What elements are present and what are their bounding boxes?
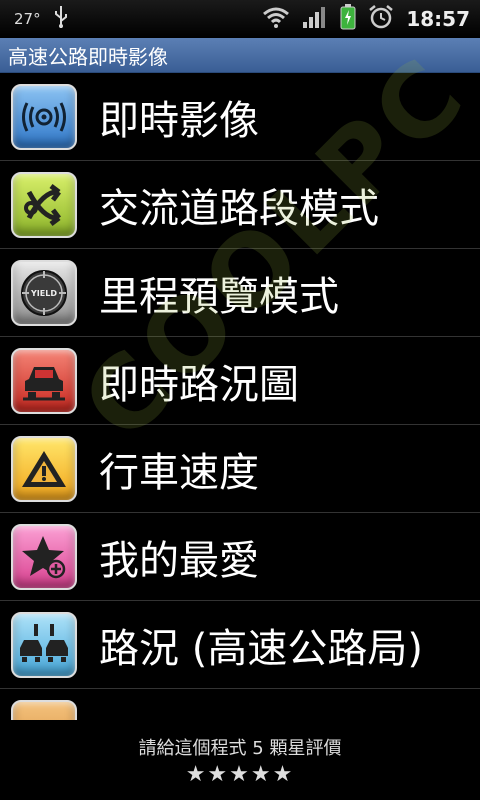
menu-item-partial[interactable]: [0, 689, 480, 720]
menu-item-interchange-mode[interactable]: 交流道路段模式: [0, 161, 480, 249]
clock-text: 18:57: [406, 7, 470, 31]
temperature-text: 27°: [14, 10, 41, 28]
app-title-bar: 高速公路即時影像: [0, 38, 480, 73]
signal-icon: [302, 6, 328, 32]
menu-item-driving-speed[interactable]: 行車速度: [0, 425, 480, 513]
menu-item-favorites[interactable]: 我的最愛: [0, 513, 480, 601]
status-bar: 27° 18:57: [0, 0, 480, 38]
rating-footer[interactable]: 請給這個程式 5 顆星評價 ★★★★★: [0, 720, 480, 800]
menu-item-label: 即時路況圖: [99, 361, 299, 408]
car-icon: [11, 347, 77, 414]
interchange-icon: [11, 171, 77, 238]
menu-item-label: 即時影像: [99, 97, 259, 144]
menu-item-label: 我的最愛: [99, 537, 259, 584]
warning-icon: [11, 435, 77, 502]
rating-stars[interactable]: ★★★★★: [186, 762, 295, 787]
menu-list[interactable]: 即時影像 交流道路段模式 YIELD 里程預覽模式 即時路況圖 行車速度 我的最…: [0, 73, 480, 720]
menu-item-label: 路況 (高速公路局): [99, 625, 423, 672]
star-icon: [11, 523, 77, 590]
svg-text:YIELD: YIELD: [30, 289, 57, 298]
menu-item-road-conditions[interactable]: 路況 (高速公路局): [0, 601, 480, 689]
rating-prompt: 請給這個程式 5 顆星評價: [138, 737, 342, 759]
alarm-icon: [368, 5, 394, 33]
menu-item-live-video[interactable]: 即時影像: [0, 73, 480, 161]
menu-item-label: 行車速度: [99, 449, 259, 496]
menu-item-label: 交流道路段模式: [99, 185, 379, 232]
battery-icon: [340, 4, 356, 34]
yield-sign-icon: YIELD: [11, 259, 77, 326]
wifi-icon: [262, 6, 290, 32]
traffic-cars-icon: [11, 611, 77, 678]
usb-icon: [53, 6, 69, 32]
partial-item-icon: [11, 699, 77, 720]
camera-icon: [11, 83, 77, 150]
menu-item-mileage-preview[interactable]: YIELD 里程預覽模式: [0, 249, 480, 337]
app-title: 高速公路即時影像: [8, 44, 168, 69]
menu-item-label: 里程預覽模式: [99, 273, 339, 320]
menu-item-live-traffic-map[interactable]: 即時路況圖: [0, 337, 480, 425]
